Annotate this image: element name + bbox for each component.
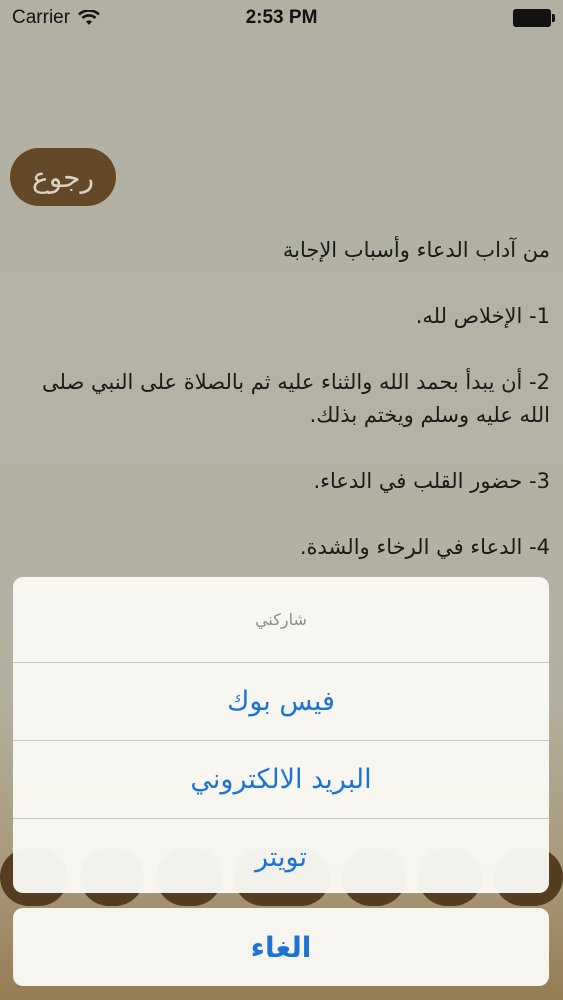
share-email-button[interactable]: البريد الالكتروني [13, 741, 549, 819]
share-facebook-button[interactable]: فيس بوك [13, 663, 549, 741]
cancel-button[interactable]: الغاء [13, 908, 549, 986]
share-twitter-button[interactable]: تويتر [13, 819, 549, 893]
share-action-sheet: شاركني فيس بوك البريد الالكتروني تويتر [13, 577, 549, 893]
action-sheet-title: شاركني [13, 577, 549, 663]
